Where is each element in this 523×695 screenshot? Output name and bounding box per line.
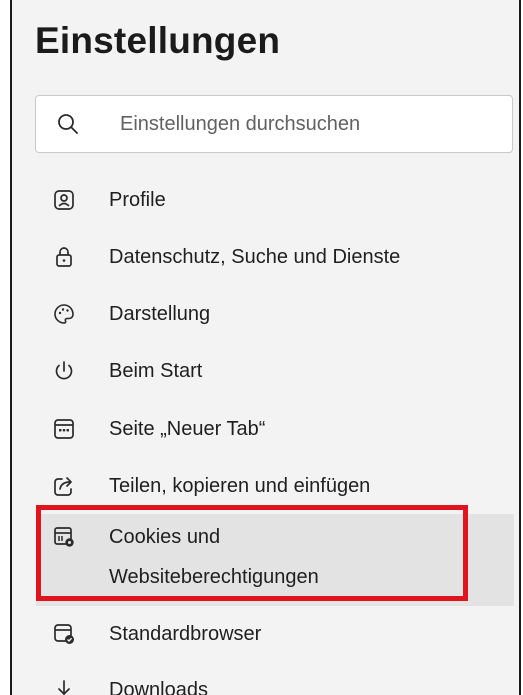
highlight-annotation [36,505,468,601]
sidebar-item-label: Datenschutz, Suche und Dienste [109,246,401,268]
power-icon [55,361,73,380]
default-browser-icon [54,624,74,644]
sidebar-item-default-browser[interactable]: Standardbrowser [36,614,514,654]
sidebar-item-label: Seite „Neuer Tab“ [109,418,266,440]
palette-icon [54,304,74,324]
lock-icon [56,247,72,267]
settings-sidebar: Einstellungen Einstellungen durchsuchen … [10,0,521,695]
sidebar-item-privacy[interactable]: Datenschutz, Suche und Dienste [36,237,514,277]
share-icon [54,477,72,496]
sidebar-item-downloads[interactable]: Downloads [36,670,514,695]
new-tab-page-icon [54,419,74,439]
profile-icon [54,190,74,210]
page-title: Einstellungen [35,20,281,61]
sidebar-item-on-startup[interactable]: Beim Start [36,351,514,391]
sidebar-item-label: Profile [109,189,166,211]
sidebar-item-label: Teilen, kopieren und einfügen [109,475,371,497]
sidebar-item-appearance[interactable]: Darstellung [36,294,514,334]
sidebar-item-label: Standardbrowser [109,623,262,645]
sidebar-item-label: Downloads [109,679,208,695]
search-icon [58,114,78,134]
sidebar-item-new-tab-page[interactable]: Seite „Neuer Tab“ [36,409,514,449]
search-input[interactable]: Einstellungen durchsuchen [35,95,513,153]
sidebar-item-label: Beim Start [109,360,203,382]
sidebar-item-label: Darstellung [109,303,211,325]
sidebar-item-profile[interactable]: Profile [36,180,514,220]
search-placeholder: Einstellungen durchsuchen [120,113,361,135]
sidebar-item-share-copy-paste[interactable]: Teilen, kopieren und einfügen [36,466,514,506]
download-icon [58,680,70,695]
